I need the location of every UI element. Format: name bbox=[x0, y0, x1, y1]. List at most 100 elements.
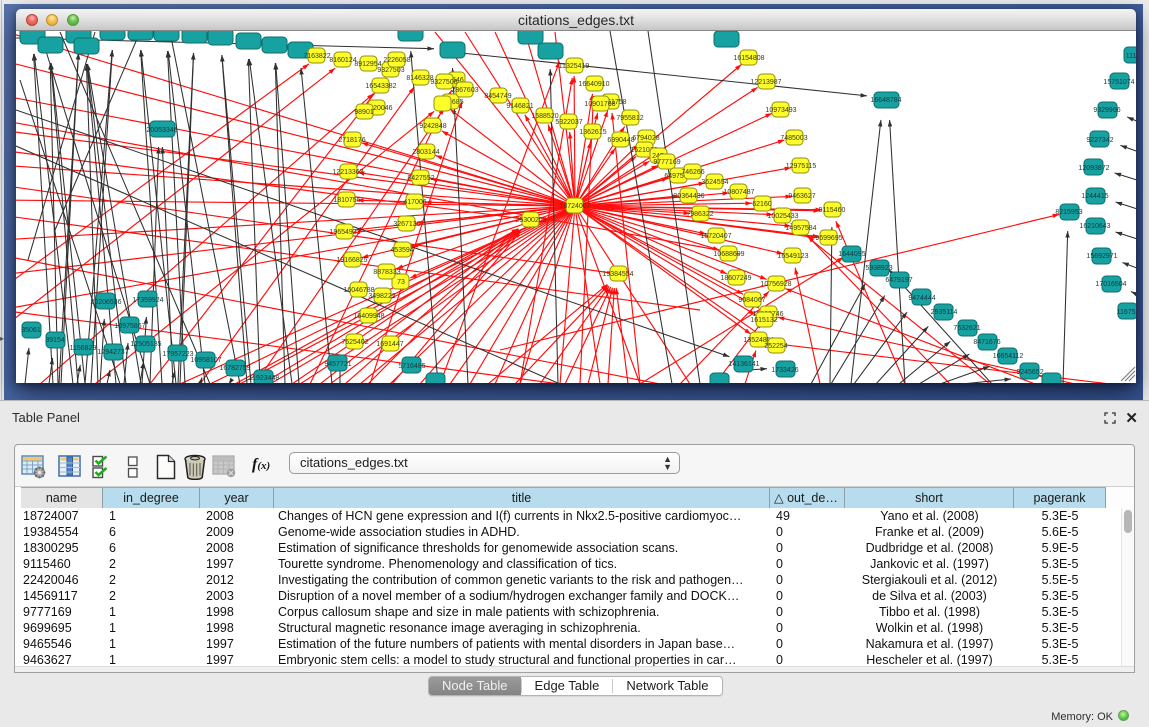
svg-text:9777169: 9777169 bbox=[653, 159, 680, 166]
svg-text:9115460: 9115460 bbox=[819, 207, 846, 214]
svg-text:3624554: 3624554 bbox=[701, 179, 728, 186]
svg-text:1112: 1112 bbox=[1126, 53, 1136, 60]
svg-text:17359924: 17359924 bbox=[132, 297, 163, 304]
svg-text:5322037: 5322037 bbox=[555, 119, 582, 126]
svg-text:16782759: 16782759 bbox=[219, 365, 250, 372]
svg-text:10654112: 10654112 bbox=[993, 353, 1024, 360]
svg-text:10973493: 10973493 bbox=[765, 107, 796, 114]
svg-text:2226058: 2226058 bbox=[383, 57, 410, 64]
svg-text:10756928: 10756928 bbox=[760, 281, 791, 288]
svg-text:25300203: 25300203 bbox=[515, 217, 546, 224]
svg-text:10958107: 10958107 bbox=[190, 357, 221, 364]
svg-text:7986322: 7986322 bbox=[686, 211, 713, 218]
svg-text:1244415: 1244415 bbox=[1081, 193, 1108, 200]
svg-text:8427552: 8427552 bbox=[407, 175, 434, 182]
svg-text:746266: 746266 bbox=[681, 169, 704, 176]
svg-text:12505135: 12505135 bbox=[130, 341, 161, 348]
svg-text:116753: 116753 bbox=[1117, 309, 1136, 316]
svg-text:15692971: 15692971 bbox=[1086, 253, 1117, 260]
svg-text:17957223: 17957223 bbox=[162, 351, 193, 358]
svg-text:16154808: 16154808 bbox=[733, 55, 764, 62]
svg-text:35061: 35061 bbox=[21, 327, 41, 334]
svg-text:1615132: 1615132 bbox=[750, 317, 777, 324]
svg-text:9329966: 9329966 bbox=[1093, 107, 1120, 114]
svg-text:12942737: 12942737 bbox=[97, 349, 128, 356]
svg-text:2803144: 2803144 bbox=[412, 149, 439, 156]
svg-text:1691447: 1691447 bbox=[376, 341, 403, 348]
svg-text:9463627: 9463627 bbox=[788, 193, 815, 200]
svg-text:417006: 417006 bbox=[403, 199, 426, 206]
svg-text:9084067: 9084067 bbox=[738, 297, 765, 304]
svg-text:9474444: 9474444 bbox=[908, 295, 935, 302]
svg-text:18607249: 18607249 bbox=[720, 275, 751, 282]
svg-text:17016504: 17016504 bbox=[1095, 281, 1126, 288]
svg-text:2935114: 2935114 bbox=[931, 309, 958, 316]
svg-text:16409948: 16409948 bbox=[353, 313, 384, 320]
svg-text:9699695: 9699695 bbox=[815, 235, 842, 242]
svg-text:10901768: 10901768 bbox=[584, 101, 615, 108]
svg-text:12213363: 12213363 bbox=[332, 169, 363, 176]
svg-text:453594: 453594 bbox=[390, 247, 413, 254]
svg-text:20206536: 20206536 bbox=[90, 299, 121, 306]
svg-text:8215953: 8215953 bbox=[1055, 209, 1082, 216]
svg-text:8454749: 8454749 bbox=[484, 93, 511, 100]
svg-text:2867603: 2867603 bbox=[451, 87, 478, 94]
svg-text:1810755: 1810755 bbox=[333, 197, 360, 204]
svg-text:98901: 98901 bbox=[354, 109, 374, 116]
svg-text:12093872: 12093872 bbox=[1078, 165, 1109, 172]
svg-text:7163822: 7163822 bbox=[303, 53, 330, 60]
svg-text:2718176: 2718176 bbox=[338, 137, 365, 144]
svg-text:14957584: 14957584 bbox=[785, 225, 816, 232]
svg-text:8160124: 8160124 bbox=[329, 57, 356, 64]
svg-text:18724007: 18724007 bbox=[559, 203, 590, 210]
svg-text:11325419: 11325419 bbox=[559, 63, 590, 70]
svg-text:1733426: 1733426 bbox=[771, 367, 798, 374]
svg-text:10807487: 10807487 bbox=[723, 189, 754, 196]
svg-text:9327508: 9327508 bbox=[430, 79, 457, 86]
svg-text:7625402: 7625402 bbox=[341, 339, 368, 346]
svg-text:5938923: 5938923 bbox=[865, 265, 892, 272]
svg-text:8878333: 8878333 bbox=[373, 269, 400, 276]
svg-text:19384554: 19384554 bbox=[602, 271, 633, 278]
svg-text:14136141: 14136141 bbox=[728, 361, 759, 368]
svg-text:10025433: 10025433 bbox=[767, 213, 798, 220]
svg-text:8471676: 8471676 bbox=[973, 339, 1000, 346]
svg-text:62160: 62160 bbox=[752, 201, 772, 208]
svg-text:7632621: 7632621 bbox=[953, 325, 980, 332]
svg-text:19654933: 19654933 bbox=[329, 229, 360, 236]
svg-text:19166825: 19166825 bbox=[336, 257, 367, 264]
svg-text:1644095: 1644095 bbox=[838, 251, 865, 258]
svg-text:16210643: 16210643 bbox=[1079, 223, 1110, 230]
svg-text:11923448: 11923448 bbox=[249, 375, 280, 382]
svg-text:20053346: 20053346 bbox=[146, 127, 177, 134]
svg-text:9242848: 9242848 bbox=[419, 123, 446, 130]
svg-text:39154: 39154 bbox=[45, 337, 65, 344]
svg-text:9245652: 9245652 bbox=[1016, 369, 1043, 376]
svg-text:6990448: 6990448 bbox=[607, 137, 634, 144]
svg-text:3267130: 3267130 bbox=[393, 221, 420, 228]
svg-text:7955812: 7955812 bbox=[616, 115, 643, 122]
svg-text:73: 73 bbox=[397, 279, 405, 286]
svg-text:7485003: 7485003 bbox=[780, 135, 807, 142]
svg-text:20364436: 20364436 bbox=[673, 193, 704, 200]
svg-text:9227342: 9227342 bbox=[1086, 137, 1113, 144]
svg-text:3498222: 3498222 bbox=[368, 293, 395, 300]
svg-text:16640910: 16640910 bbox=[578, 81, 609, 88]
svg-text:1156829: 1156829 bbox=[70, 345, 97, 352]
svg-text:16543382: 16543382 bbox=[365, 83, 396, 90]
svg-text:6479197: 6479197 bbox=[885, 277, 912, 284]
svg-text:9327503: 9327503 bbox=[377, 67, 404, 74]
svg-text:10975867: 10975867 bbox=[114, 323, 145, 330]
svg-text:1362615: 1362615 bbox=[579, 129, 606, 136]
svg-text:12213987: 12213987 bbox=[750, 79, 781, 86]
svg-text:1588520: 1588520 bbox=[531, 113, 558, 120]
svg-text:15720407: 15720407 bbox=[700, 233, 731, 240]
svg-text:10688609: 10688609 bbox=[713, 251, 744, 258]
svg-text:9457721: 9457721 bbox=[324, 361, 351, 368]
svg-text:12975115: 12975115 bbox=[786, 163, 817, 170]
svg-text:5716485: 5716485 bbox=[398, 363, 425, 370]
svg-text:9146821: 9146821 bbox=[506, 103, 533, 110]
svg-text:6794028: 6794028 bbox=[632, 135, 659, 142]
svg-text:252254: 252254 bbox=[764, 343, 787, 350]
svg-text:16648784: 16648784 bbox=[870, 97, 901, 104]
